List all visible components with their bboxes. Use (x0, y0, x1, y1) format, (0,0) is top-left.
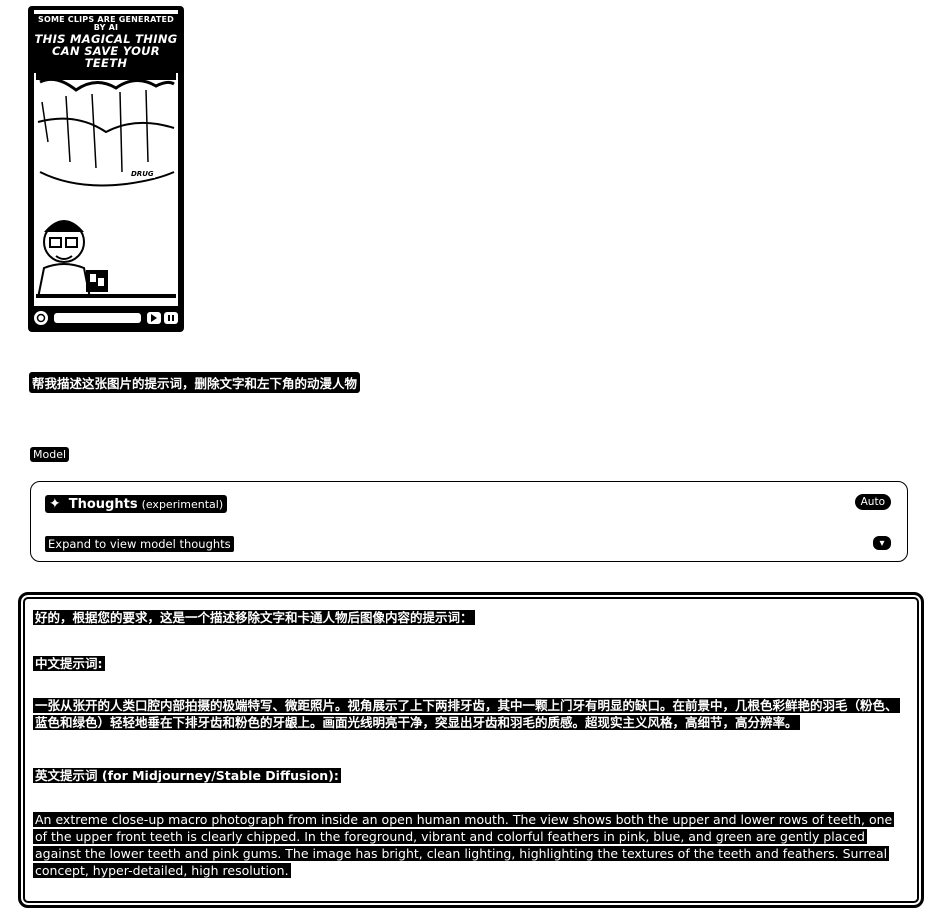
thumbnail-progress-track[interactable] (54, 313, 141, 323)
model-label: Model (30, 447, 70, 462)
thumbnail-illustration (36, 72, 176, 298)
play-icon[interactable] (147, 312, 161, 324)
thoughts-panel[interactable]: ✦ Thoughts (experimental) Auto Expand to… (30, 481, 908, 562)
thoughts-title: Thoughts (68, 496, 138, 512)
thumbnail-caption: SOME CLIPS ARE GENERATED BY AI (37, 15, 174, 33)
chinese-prompt-body: 一张从张开的人类口腔内部拍摄的极端特写、微距照片。视角展示了上下两排牙齿，其中一… (33, 698, 900, 730)
english-prompt-heading: 英文提示词 (for Midjourney/Stable Diffusion): (33, 768, 341, 783)
thumbnail-screen: SOME CLIPS ARE GENERATED BY AI THIS MAGI… (34, 10, 178, 306)
thoughts-experimental: (experimental) (141, 497, 224, 511)
more-icon[interactable] (164, 312, 178, 324)
gear-icon[interactable] (34, 311, 48, 325)
chevron-down-icon[interactable]: ▾ (873, 536, 891, 550)
thoughts-title-chip: ✦ Thoughts (experimental) (45, 495, 228, 513)
response-intro: 好的，根据您的要求，这是一个描述移除文字和卡通人物后图像内容的提示词： (33, 610, 475, 625)
thumbnail-tag: DRUG (130, 170, 155, 178)
sparkle-icon: ✦ (49, 496, 61, 512)
english-prompt-body: An extreme close-up macro photograph fro… (33, 812, 895, 878)
thoughts-header: ✦ Thoughts (experimental) (45, 495, 228, 513)
user-message: 帮我描述这张图片的提示词，删除文字和左下角的动漫人物 (29, 372, 361, 393)
thumbnail-title-line-2: CAN SAVE YOUR TEETH (52, 43, 160, 70)
model-response: 好的，根据您的要求，这是一个描述移除文字和卡通人物后图像内容的提示词： 中文提示… (18, 592, 924, 908)
chinese-prompt-heading: 中文提示词: (33, 656, 105, 671)
thumbnail-headline: SOME CLIPS ARE GENERATED BY AI THIS MAGI… (34, 14, 178, 73)
video-thumbnail[interactable]: SOME CLIPS ARE GENERATED BY AI THIS MAGI… (28, 6, 184, 332)
auto-badge[interactable]: Auto (854, 494, 891, 510)
expand-thoughts-link[interactable]: Expand to view model thoughts (45, 536, 234, 552)
thumbnail-controls (34, 308, 178, 328)
